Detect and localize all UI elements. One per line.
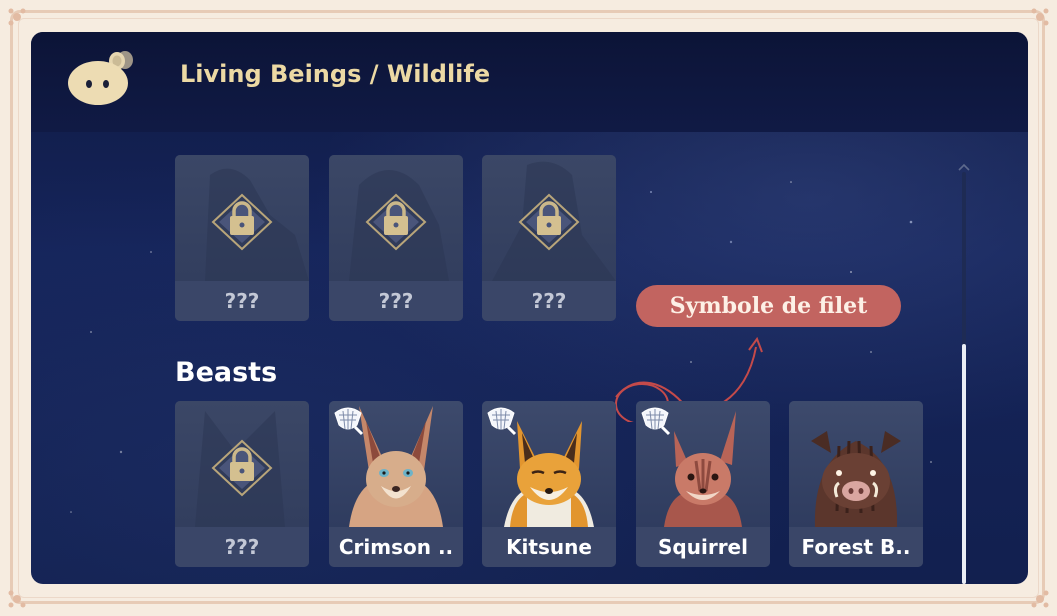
corner-ornament-icon xyxy=(1031,590,1049,608)
card-art xyxy=(175,401,309,527)
locked-card[interactable]: ??? xyxy=(175,401,309,567)
wildlife-panel: Living Beings / Wildlife ??? ??? ??? Sym… xyxy=(31,32,1028,584)
card-label: ??? xyxy=(482,281,616,321)
page-title: Living Beings / Wildlife xyxy=(180,60,491,88)
card-label: Forest B.. xyxy=(789,527,923,567)
net-icon xyxy=(641,407,671,436)
beast-card-crimson[interactable]: Crimson .. xyxy=(329,401,463,567)
card-art xyxy=(329,155,463,281)
card-label: Squirrel xyxy=(636,527,770,567)
lock-icon xyxy=(349,170,449,281)
corner-ornament-icon xyxy=(8,590,26,608)
card-art xyxy=(175,155,309,281)
card-label: Kitsune xyxy=(482,527,616,567)
forest-boar-portrait xyxy=(811,431,901,527)
lock-icon xyxy=(492,161,616,281)
card-art xyxy=(789,401,923,527)
card-art xyxy=(482,155,616,281)
beast-card-forest-boar[interactable]: Forest B.. xyxy=(789,401,923,567)
locked-card[interactable]: ??? xyxy=(482,155,616,321)
beast-card-squirrel[interactable]: Squirrel xyxy=(636,401,770,567)
net-symbol-callout: Symbole de filet xyxy=(636,285,901,327)
card-label: ??? xyxy=(175,527,309,567)
net-icon xyxy=(334,407,364,436)
header-bar: Living Beings / Wildlife xyxy=(31,32,1028,132)
locked-card[interactable]: ??? xyxy=(329,155,463,321)
paimon-mascot-icon xyxy=(68,51,133,105)
beast-card-kitsune[interactable]: Kitsune xyxy=(482,401,616,567)
scroll-up-icon[interactable] xyxy=(957,162,971,172)
corner-ornament-icon xyxy=(1031,8,1049,26)
net-icon xyxy=(487,407,517,436)
corner-ornament-icon xyxy=(8,8,26,26)
lock-icon xyxy=(205,168,309,281)
card-label: ??? xyxy=(175,281,309,321)
section-title-beasts: Beasts xyxy=(175,357,278,388)
lock-icon xyxy=(195,411,285,527)
card-label: Crimson .. xyxy=(329,527,463,567)
locked-card[interactable]: ??? xyxy=(175,155,309,321)
card-label: ??? xyxy=(329,281,463,321)
scrollbar-thumb[interactable] xyxy=(962,344,966,584)
